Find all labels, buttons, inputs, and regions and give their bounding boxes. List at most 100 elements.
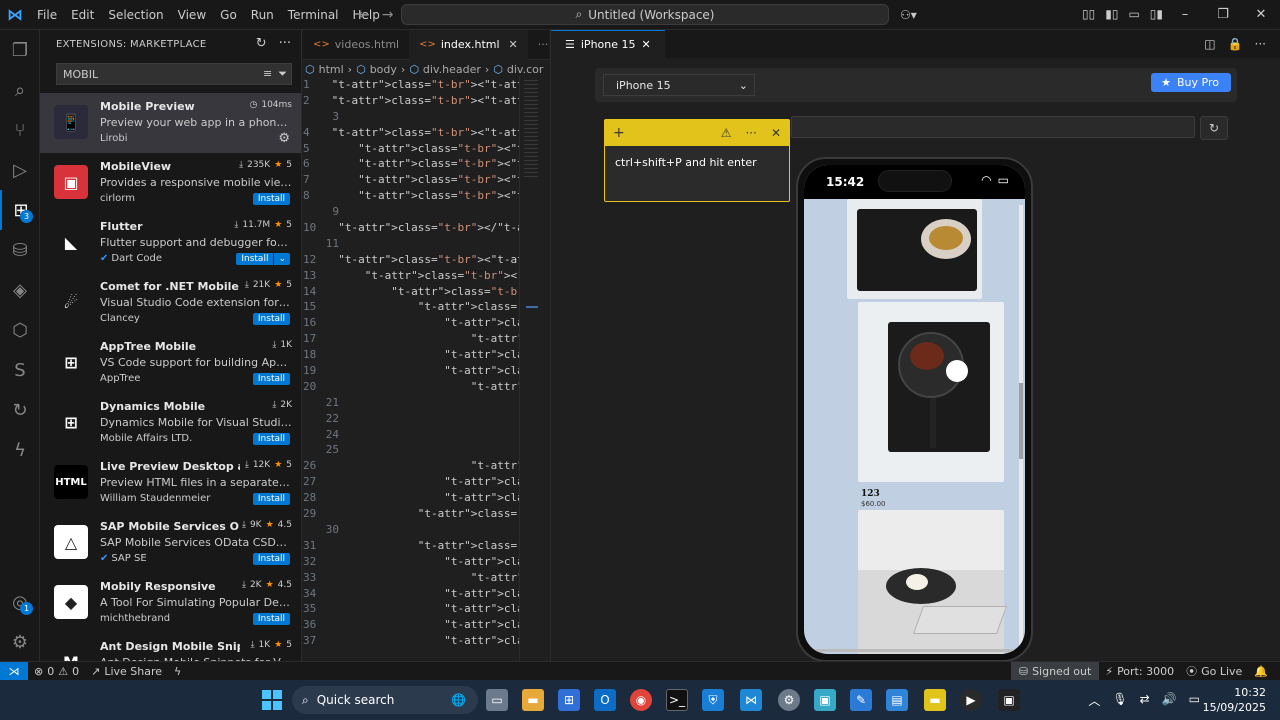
code-line[interactable]: 6 "t-attr">class="t-br"><"t-attr">class=… <box>303 156 549 172</box>
code-line[interactable]: 14 "t-attr">class="t-br"><"t-attr">class… <box>303 284 549 300</box>
code-line[interactable]: 11 <box>303 236 549 252</box>
code-area[interactable]: 1 "t-attr">class="t-br"><"t-attr">class="… <box>303 77 549 649</box>
install-button[interactable]: Install <box>252 613 290 625</box>
clear-filter-icon[interactable]: ≡ <box>263 67 272 81</box>
close-tab-icon[interactable]: ✕ <box>509 38 518 51</box>
taskbar-clock[interactable]: 10:32 15/09/2025 <box>1203 685 1266 715</box>
code-line[interactable]: 13 "t-attr">class="t-br"><"t-attr">class… <box>303 268 549 284</box>
account-icon[interactable]: ◎ 1 <box>0 582 40 622</box>
code-line[interactable]: 5 "t-attr">class="t-br"><"t-attr">class=… <box>303 141 549 157</box>
extension-item[interactable]: 📱 Mobile Preview ◷ 104ms Preview your we… <box>40 93 301 153</box>
close-note-icon[interactable]: ✕ <box>771 126 781 140</box>
source-control-icon[interactable]: ⑂ <box>0 110 40 150</box>
explorer-icon[interactable]: ❐ <box>0 30 40 70</box>
port-indicator[interactable]: ⚡ Port: 3000 <box>1099 665 1180 678</box>
breadcrumb-item[interactable]: body <box>370 63 397 76</box>
breadcrumb-item[interactable]: div.header <box>423 63 481 76</box>
package-icon[interactable]: ⬡ <box>0 310 40 350</box>
close-window-icon[interactable]: ✕ <box>1242 7 1280 22</box>
sticky-note[interactable]: + ⚠ ··· ✕ ctrl+shift+P and hit enter <box>604 119 790 202</box>
copilot-icon[interactable]: ⚇▾ <box>900 8 917 22</box>
toggle-sidebar-icon[interactable]: ▮▯ <box>1105 7 1118 21</box>
defender-shield-icon[interactable]: ⛨ <box>702 689 724 711</box>
store-icon[interactable]: ⊞ <box>558 689 580 711</box>
taskbar-search[interactable]: ⌕ Quick search 🌐 <box>292 686 478 714</box>
notepad-icon[interactable]: ▤ <box>886 689 908 711</box>
code-line[interactable]: 29 "t-attr">class="t-br"></"t-attr">clas… <box>303 506 549 522</box>
extension-item[interactable]: ⊞ AppTree Mobile ⤓ 1K VS Code support fo… <box>40 333 301 393</box>
menu-edit[interactable]: Edit <box>64 0 101 30</box>
sticky-note-text[interactable]: ctrl+shift+P and hit enter <box>605 146 789 179</box>
split-editor-icon[interactable]: ◫ <box>1204 37 1215 51</box>
chevron-up-icon[interactable]: ︿ <box>1088 692 1100 709</box>
vscode-taskbar-icon[interactable]: ⋈ <box>740 689 762 711</box>
url-input[interactable] <box>791 116 1195 138</box>
code-line[interactable]: 20 "t-attr">class="t-br"><"t-attr">class… <box>303 379 549 395</box>
settings-gear-icon[interactable]: ⚙ <box>0 622 40 662</box>
chrome-icon[interactable]: ◉ <box>630 689 652 711</box>
code-line[interactable]: 28 "t-attr">class="t-br"><"t-attr">class… <box>303 490 549 506</box>
code-line[interactable]: 1 "t-attr">class="t-br"><"t-attr">class="… <box>303 77 549 93</box>
code-line[interactable]: 30 <box>303 522 549 538</box>
remote-icon[interactable]: ⋊ <box>0 661 28 681</box>
more-actions-icon[interactable]: ··· <box>279 36 291 51</box>
code-line[interactable]: 24 <box>303 427 549 443</box>
search-activity-icon[interactable]: ⌕ <box>0 70 40 110</box>
code-line[interactable]: 7 "t-attr">class="t-br"><"t-attr">class=… <box>303 172 549 188</box>
remote-desktop-icon[interactable]: ▣ <box>814 689 836 711</box>
code-line[interactable]: 4 "t-attr">class="t-br"><"t-attr">class="… <box>303 125 549 141</box>
tab-index-html[interactable]: <> index.html ✕ <box>409 30 528 60</box>
menu-terminal[interactable]: Terminal <box>281 0 346 30</box>
monitor-app-icon[interactable]: ▣ <box>998 689 1020 711</box>
code-line[interactable]: 34 "t-attr">class="t-br"></"t-attr">clas… <box>303 586 549 602</box>
extensions-icon[interactable]: ⊞ 3 <box>0 190 40 230</box>
install-button[interactable]: Install <box>252 313 290 325</box>
code-line[interactable]: 25 <box>303 442 549 458</box>
extension-item[interactable]: △ SAP Mobile Services OD... ⤓ 9K ★4.5 SA… <box>40 513 301 573</box>
extensions-search-input[interactable]: MOBIL ≡ ⏷ <box>56 63 292 85</box>
settings-taskbar-icon[interactable]: ⚙ <box>778 689 800 711</box>
phone-screen[interactable]: 15:42 ◠ ▭ 123 $60.00 <box>804 165 1025 654</box>
extension-item[interactable]: ◣ Flutter ⤓ 11.7M ★ 5 Flutter support and… <box>40 213 301 273</box>
microphone-icon[interactable]: 🎙 <box>1112 692 1127 709</box>
install-button[interactable]: Install <box>252 373 290 385</box>
code-line[interactable]: 18 "t-attr">class="t-br"></"t-attr">clas… <box>303 347 549 363</box>
lightning-icon[interactable]: ϟ <box>0 430 40 470</box>
problems-indicator[interactable]: ⊗ 0 ⚠ 0 <box>28 665 85 678</box>
breadcrumb-item[interactable]: html <box>319 63 344 76</box>
code-line[interactable]: 3 <box>303 109 549 125</box>
go-live-button[interactable]: ⦿ Go Live <box>1180 663 1248 679</box>
outlook-icon[interactable]: O <box>594 689 616 711</box>
extension-item[interactable]: ☄ Comet for .NET Mobile ⤓ 21K ★ 5 Visual … <box>40 273 301 333</box>
back-arrow-icon[interactable]: ← <box>352 7 376 23</box>
tab-videos-html[interactable]: <> videos.html <box>303 30 409 60</box>
file-explorer-icon[interactable]: ▬ <box>522 689 544 711</box>
breadcrumb-item[interactable]: div.cor <box>507 63 544 76</box>
start-windows-icon[interactable] <box>262 690 282 710</box>
database-icon[interactable]: ⛁ <box>0 230 40 270</box>
extension-item[interactable]: ▣ MobileView ⤓ 235K ★ 5 Provides a respon… <box>40 153 301 213</box>
menu-selection[interactable]: Selection <box>101 0 170 30</box>
toggle-secondary-sidebar-icon[interactable]: ▯▮ <box>1150 7 1163 21</box>
live-share-button[interactable]: ↗ Live Share <box>85 665 168 678</box>
code-line[interactable]: 33 "t-attr">class="t-br"><"t-attr">class… <box>303 570 549 586</box>
toggle-panel-icon[interactable]: ▭ <box>1128 7 1139 21</box>
reload-button[interactable]: ↻ <box>1200 116 1228 140</box>
menu-run[interactable]: Run <box>244 0 281 30</box>
code-line[interactable]: 10 "t-attr">class="t-br"></"t-attr">class… <box>303 220 549 236</box>
add-note-icon[interactable]: + <box>613 125 625 141</box>
code-line[interactable]: 32 "t-attr">class="t-br"><"t-attr">class… <box>303 554 549 570</box>
tab-iphone-preview[interactable]: ☰ iPhone 15 ✕ <box>551 30 665 58</box>
extension-settings-gear-icon[interactable]: ⚙ <box>278 131 290 146</box>
volume-icon[interactable]: 🔊 <box>1162 692 1177 709</box>
code-line[interactable]: 16 "t-attr">class="t-br"><"t-attr">class… <box>303 315 549 331</box>
warning-icon[interactable]: ⚠ <box>721 126 732 140</box>
terminal-icon[interactable]: >_ <box>666 689 688 711</box>
more-icon[interactable]: ··· <box>745 126 756 140</box>
code-line[interactable]: 35 "t-attr">class="t-br"></"t-attr">clas… <box>303 601 549 617</box>
layers-icon[interactable]: ◈ <box>0 270 40 310</box>
code-line[interactable]: 17 "t-attr">class="t-br"><"t-attr">class… <box>303 331 549 347</box>
s-extension-icon[interactable]: S <box>0 350 40 390</box>
code-line[interactable]: 22 <box>303 411 549 427</box>
task-view-icon[interactable]: ▭ <box>486 689 508 711</box>
